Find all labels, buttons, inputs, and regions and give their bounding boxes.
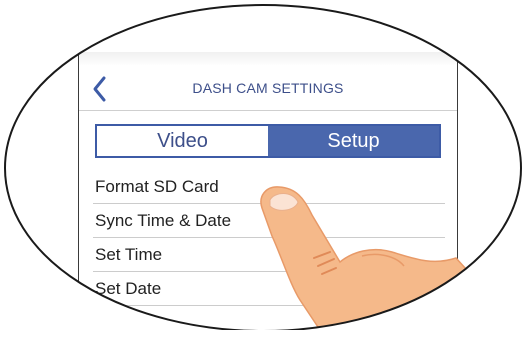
list-item-label: Set Time (95, 244, 163, 264)
zoom-callout: DASH CAM SETTINGS Video Setup Format SD … (0, 0, 527, 331)
header-divider (79, 110, 457, 111)
list-item-label: Sync Time & Date (95, 210, 232, 230)
settings-list: Format SD Card Sync Time & Date Set Time… (93, 170, 445, 306)
page-title: DASH CAM SETTINGS (192, 80, 344, 96)
phone-screen-crop: DASH CAM SETTINGS Video Setup Format SD … (5, 5, 521, 331)
list-item-set-time[interactable]: Set Time (93, 238, 445, 272)
list-item-label: Format SD Card (95, 176, 219, 196)
tab-video[interactable]: Video (97, 126, 268, 156)
app-screen: DASH CAM SETTINGS Video Setup Format SD … (78, 52, 458, 331)
list-item-sync-time-date[interactable]: Sync Time & Date (93, 204, 445, 238)
tab-setup[interactable]: Setup (268, 126, 439, 156)
list-item-label: Set Date (95, 278, 162, 298)
nav-header: DASH CAM SETTINGS (79, 68, 457, 106)
tab-switcher: Video Setup (95, 124, 441, 158)
status-bar-area (79, 52, 457, 66)
list-item-set-date[interactable]: Set Date (93, 272, 445, 306)
list-item-format-sd-card[interactable]: Format SD Card (93, 170, 445, 204)
